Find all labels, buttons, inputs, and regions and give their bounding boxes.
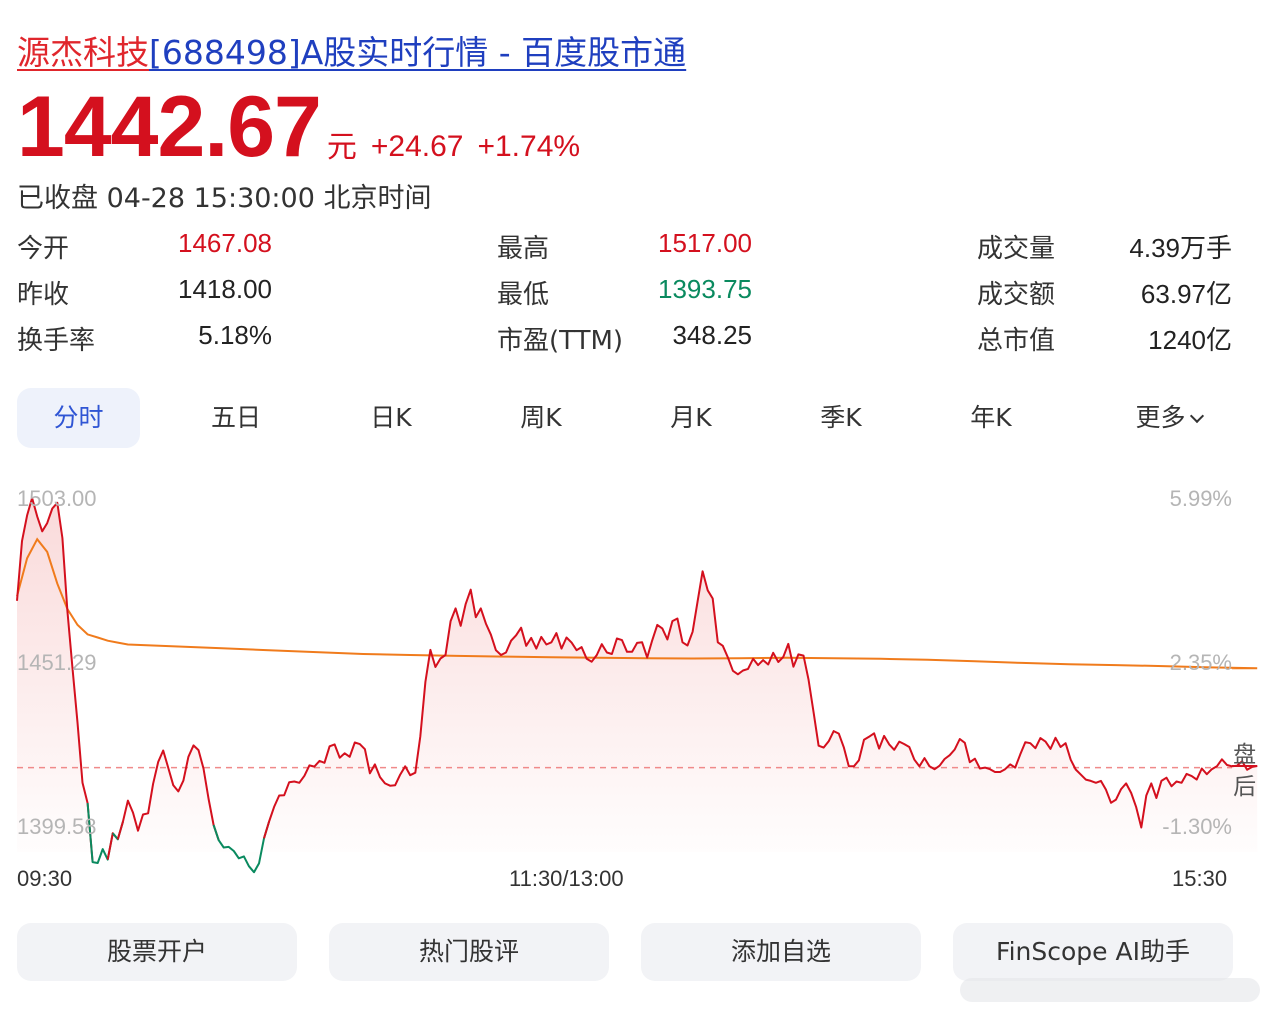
y-left-label-0: 1503.00	[17, 486, 97, 511]
stats-row-3: 换手率 5.18% 市盈(TTM) 348.25 总市值 1240亿	[0, 320, 1280, 360]
stat-label-turnover-rate: 换手率	[17, 326, 96, 356]
y-right-label-0: 5.99%	[1170, 486, 1232, 511]
stat-value-volume: 4.39万手	[1129, 233, 1232, 263]
stat-value-turnover-rate: 5.18%	[198, 320, 272, 350]
intraday-chart-svg: 1503.00 1451.29 1399.58 5.99% 2.35% -1.30% 盘后	[16, 486, 1258, 874]
stat-value-open: 1467.08	[178, 228, 272, 258]
x-label-midday: 11:30/13:00	[509, 866, 624, 891]
current-price: 1442.67	[17, 79, 322, 175]
stats-row-1: 今开 1467.08 最高 1517.00 成交量 4.39万手	[0, 228, 1280, 268]
stat-value-turnover-amount: 63.97亿	[1140, 279, 1232, 309]
chart-period-tabs: 分时 五日 日K 周K 月K 季K 年K 更多	[17, 388, 1232, 448]
stat-label-pe-ttm: 市盈(TTM)	[497, 326, 624, 356]
x-label-open: 09:30	[17, 866, 73, 891]
tab-more-label: 更多	[1135, 403, 1186, 432]
tab-quarterly-k[interactable]: 季K	[782, 388, 900, 448]
y-right-label-1: 2.35%	[1170, 650, 1232, 675]
price-unit: 元	[326, 130, 357, 165]
stock-name-link[interactable]: 源杰科技	[17, 33, 149, 72]
stat-value-low: 1393.75	[658, 274, 752, 304]
x-label-close: 15:30	[1172, 866, 1228, 891]
tab-monthly-k[interactable]: 月K	[632, 388, 750, 448]
add-watchlist-button[interactable]: 添加自选	[641, 923, 921, 981]
intraday-chart[interactable]: 1503.00 1451.29 1399.58 5.99% 2.35% -1.30% 盘后	[0, 470, 1280, 900]
stock-title-link[interactable]: [688498]A股实时行情 - 百度股市通	[149, 33, 686, 72]
stat-value-high: 1517.00	[658, 228, 752, 258]
y-right-label-2: -1.30%	[1162, 814, 1232, 839]
price-area-fill	[17, 498, 1258, 873]
page-title[interactable]: 源杰科技[688498]A股实时行情 - 百度股市通	[17, 30, 686, 76]
stat-label-high: 最高	[497, 234, 550, 264]
open-account-button[interactable]: 股票开户	[17, 923, 297, 981]
stat-label-prev-close: 昨收	[17, 280, 70, 310]
tab-daily-k[interactable]: 日K	[332, 388, 450, 448]
market-status: 已收盘 04-28 15:30:00 北京时间	[17, 183, 432, 214]
stats-row-2: 昨收 1418.00 最低 1393.75 成交额 63.97亿	[0, 274, 1280, 314]
stat-label-turnover-amount: 成交额	[977, 280, 1056, 310]
price-row: 1442.67 元 +24.67 +1.74%	[17, 84, 580, 170]
stat-label-volume: 成交量	[977, 234, 1056, 264]
price-change: +24.67	[370, 130, 464, 163]
price-change-pct: +1.74%	[477, 130, 581, 163]
tab-weekly-k[interactable]: 周K	[482, 388, 600, 448]
stat-label-market-cap: 总市值	[977, 326, 1056, 356]
after-hours-label-1: 后	[1233, 774, 1256, 800]
bottom-scroll-indicator	[960, 978, 1260, 1002]
after-hours-label-0: 盘	[1233, 742, 1256, 768]
stat-value-pe-ttm: 348.25	[672, 320, 752, 350]
chevron-down-icon	[1189, 408, 1204, 424]
y-left-label-1: 1451.29	[17, 650, 97, 675]
finscope-ai-button[interactable]: FinScope AI助手	[953, 923, 1233, 981]
stat-label-open: 今开	[17, 234, 70, 264]
tab-yearly-k[interactable]: 年K	[932, 388, 1050, 448]
tab-intraday[interactable]: 分时	[17, 388, 140, 448]
tab-five-day[interactable]: 五日	[177, 388, 295, 448]
stat-value-prev-close: 1418.00	[178, 274, 272, 304]
tab-more[interactable]: 更多	[1105, 388, 1232, 448]
stat-value-market-cap: 1240亿	[1148, 325, 1232, 355]
stat-label-low: 最低	[497, 280, 550, 310]
y-left-label-2: 1399.58	[17, 814, 97, 839]
hot-comments-button[interactable]: 热门股评	[329, 923, 609, 981]
